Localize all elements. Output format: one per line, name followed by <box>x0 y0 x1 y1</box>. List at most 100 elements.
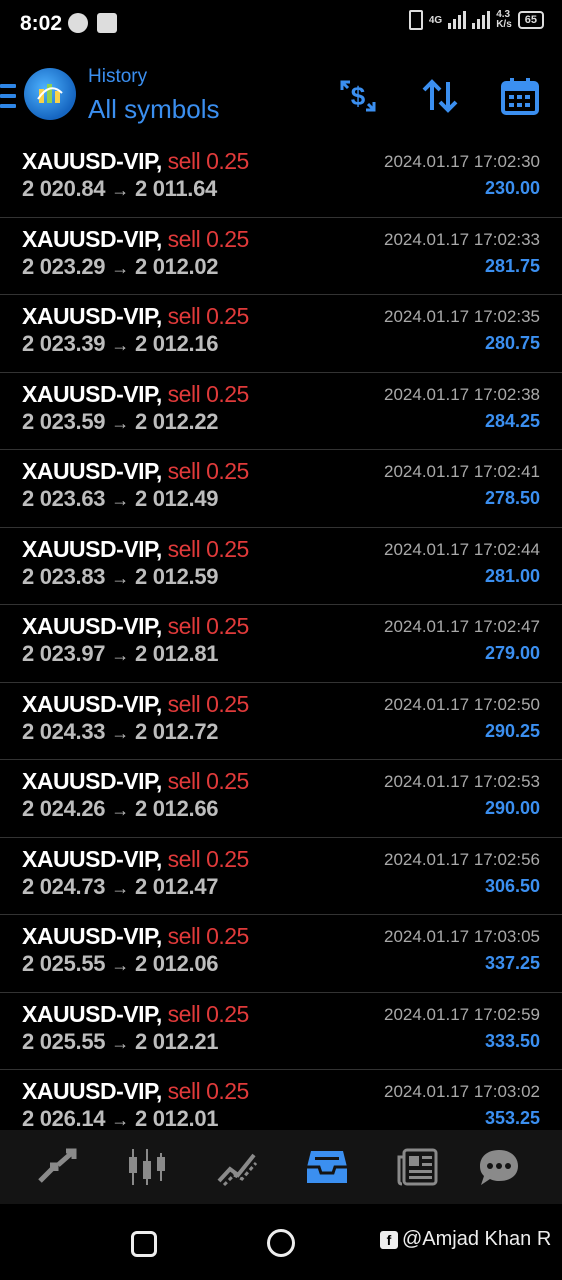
chart-icon[interactable] <box>124 1144 170 1190</box>
trade-profit: 281.75 <box>484 255 540 276</box>
trade-symbol-line: XAUUSD-VIP, sell 0.25 <box>22 536 249 563</box>
trade-symbol-line: XAUUSD-VIP, sell 0.25 <box>22 923 249 950</box>
trade-type: sell 0.25 <box>167 458 250 484</box>
trade-row[interactable]: XAUUSD-VIP, sell 0.25 2 025.55 → 2 012.21 … <box>0 993 562 1070</box>
home-button[interactable] <box>267 1229 295 1257</box>
trade-row[interactable]: XAUUSD-VIP, sell 0.25 2 023.83 → 2 012.59 … <box>0 528 562 605</box>
trade-profit: 290.25 <box>484 720 540 741</box>
messages-icon[interactable] <box>476 1144 522 1190</box>
trade-row[interactable]: XAUUSD-VIP, sell 0.25 2 025.55 → 2 012.06 … <box>0 915 562 993</box>
close-price: 2 012.49 <box>134 486 219 511</box>
trade-symbol: XAUUSD-VIP, <box>22 768 162 794</box>
dollar-exchange-icon[interactable]: $ <box>336 74 380 118</box>
trade-prices: 2 023.63 → 2 012.49 <box>22 486 219 512</box>
trade-history-list: XAUUSD-VIP, sell 0.25 2 020.84 → 2 011.64 … <box>0 140 562 1148</box>
trade-row[interactable]: XAUUSD-VIP, sell 0.25 2 024.26 → 2 012.66 … <box>0 760 562 838</box>
open-price: 2 026.14 <box>22 1106 106 1131</box>
trade-type: sell 0.25 <box>167 613 250 639</box>
quotes-icon[interactable] <box>34 1144 80 1190</box>
svg-text:$: $ <box>351 81 366 111</box>
open-price: 2 024.26 <box>22 796 106 821</box>
arrow-icon: → <box>111 645 129 665</box>
status-bar: 8:02 4G 4.3 K/s 65 <box>0 0 562 50</box>
arrow-icon: → <box>111 1110 129 1130</box>
trade-type: sell 0.25 <box>167 1000 250 1027</box>
status-right: 4G 4.3 K/s 65 <box>408 10 544 30</box>
app-header: History All symbols $ <box>0 60 562 140</box>
trade-row[interactable]: XAUUSD-VIP, sell 0.25 2 024.73 → 2 012.47 … <box>0 838 562 915</box>
sort-icon[interactable] <box>418 74 462 118</box>
trade-time: 2024.01.17 17:02:59 <box>384 1004 540 1024</box>
close-price: 2 012.02 <box>134 253 219 279</box>
trade-profit: 337.25 <box>484 953 540 973</box>
trade-row[interactable]: XAUUSD-VIP, sell 0.25 2 023.59 → 2 012.22 … <box>0 373 562 450</box>
trade-profit: 290.00 <box>484 798 540 818</box>
trade-type: sell 0.25 <box>167 380 250 407</box>
trade-symbol-line: XAUUSD-VIP, sell 0.25 <box>22 303 249 330</box>
trade-symbol-line: XAUUSD-VIP, sell 0.25 <box>22 846 249 873</box>
close-price: 2 012.01 <box>134 1106 219 1131</box>
trade-prices: 2 023.83 → 2 012.59 <box>22 564 219 590</box>
arrow-icon: → <box>111 335 129 355</box>
trade-symbol: XAUUSD-VIP, <box>22 458 162 484</box>
close-price: 2 012.16 <box>134 331 219 356</box>
trade-symbol-line: XAUUSD-VIP, sell 0.25 <box>22 691 249 718</box>
arrow-icon: → <box>111 722 129 743</box>
trade-prices: 2 025.55 → 2 012.21 <box>22 1028 219 1055</box>
telegram-icon <box>68 13 88 33</box>
facebook-icon: f <box>380 1230 398 1249</box>
open-price: 2 025.55 <box>22 1028 106 1054</box>
trade-prices: 2 023.39 → 2 012.16 <box>22 331 219 357</box>
arrow-icon: → <box>111 180 129 200</box>
trade-time: 2024.01.17 17:02:38 <box>384 384 540 404</box>
trade-symbol: XAUUSD-VIP, <box>22 1078 162 1104</box>
trade-row[interactable]: XAUUSD-VIP, sell 0.25 2 023.97 → 2 012.81 … <box>0 605 562 683</box>
signal-2-icon <box>472 11 491 29</box>
news-icon[interactable] <box>394 1144 440 1190</box>
open-price: 2 023.59 <box>22 408 106 434</box>
recent-apps-button[interactable] <box>131 1231 157 1257</box>
trade-symbol-line: XAUUSD-VIP, sell 0.25 <box>22 458 249 485</box>
trade-row[interactable]: XAUUSD-VIP, sell 0.25 2 023.29 → 2 012.02 … <box>0 218 562 295</box>
trade-icon[interactable] <box>214 1144 260 1190</box>
trade-type: sell 0.25 <box>167 845 250 872</box>
trade-time: 2024.01.17 17:02:44 <box>384 539 540 559</box>
signal-icon <box>448 11 467 29</box>
menu-icon[interactable] <box>0 84 16 108</box>
symbol-filter[interactable]: All symbols <box>88 94 219 125</box>
trade-row[interactable]: XAUUSD-VIP, sell 0.25 2 023.39 → 2 012.16 … <box>0 295 562 373</box>
trade-symbol: XAUUSD-VIP, <box>22 535 162 562</box>
close-price: 2 012.06 <box>134 951 219 976</box>
network-type: 4G <box>428 14 443 26</box>
trade-symbol: XAUUSD-VIP, <box>22 613 162 639</box>
trade-symbol-line: XAUUSD-VIP, sell 0.25 <box>22 1001 249 1028</box>
trade-row[interactable]: XAUUSD-VIP, sell 0.25 2 020.84 → 2 011.64 … <box>0 140 562 218</box>
trade-time: 2024.01.17 17:02:41 <box>384 462 540 481</box>
close-price: 2 012.66 <box>134 796 219 821</box>
trade-type: sell 0.25 <box>167 225 250 252</box>
trade-prices: 2 023.29 → 2 012.02 <box>22 253 219 280</box>
trade-symbol: XAUUSD-VIP, <box>22 1000 162 1027</box>
trade-symbol-line: XAUUSD-VIP, sell 0.25 <box>22 226 249 253</box>
arrow-icon: → <box>111 955 129 975</box>
trade-time: 2024.01.17 17:02:50 <box>384 694 540 714</box>
trade-time: 2024.01.17 17:02:47 <box>384 617 540 636</box>
trade-symbol: XAUUSD-VIP, <box>22 845 162 872</box>
history-icon[interactable] <box>304 1144 350 1190</box>
trade-profit: 280.75 <box>484 333 540 353</box>
trade-profit: 353.25 <box>484 1108 540 1128</box>
network-speed: 4.3 K/s <box>496 10 512 30</box>
watermark: f @Amjad Khan R <box>380 1228 551 1251</box>
open-price: 2 024.33 <box>22 718 106 744</box>
trade-row[interactable]: XAUUSD-VIP, sell 0.25 2 023.63 → 2 012.49 … <box>0 450 562 528</box>
trade-prices: 2 026.14 → 2 012.01 <box>22 1106 219 1132</box>
open-price: 2 020.84 <box>22 176 106 201</box>
calendar-icon[interactable] <box>498 74 542 118</box>
trade-row[interactable]: XAUUSD-VIP, sell 0.25 2 024.33 → 2 012.72 … <box>0 683 562 760</box>
open-price: 2 023.39 <box>22 331 106 356</box>
close-price: 2 012.47 <box>134 873 219 899</box>
bottom-navigation <box>0 1130 562 1204</box>
close-price: 2 012.72 <box>134 718 219 744</box>
system-navigation: f @Amjad Khan R <box>0 1204 562 1280</box>
trade-time: 2024.01.17 17:02:53 <box>384 772 540 791</box>
